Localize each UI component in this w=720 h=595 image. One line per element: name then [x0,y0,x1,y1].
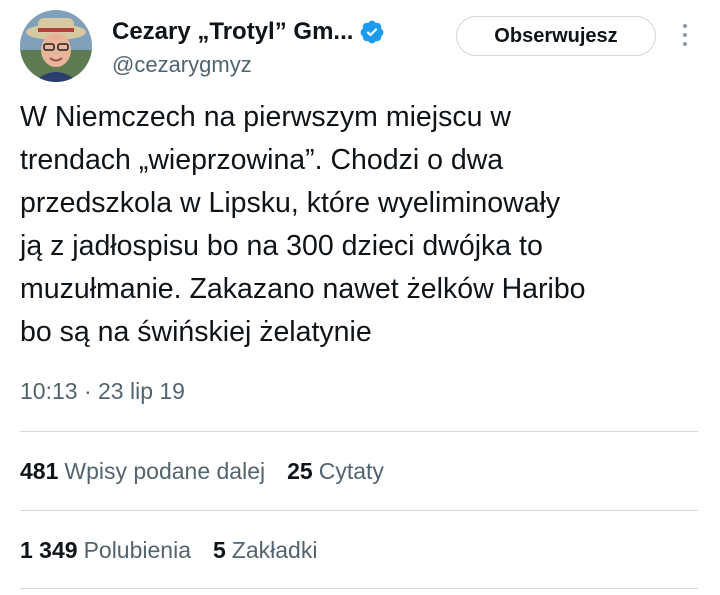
display-name[interactable]: Cezary „Trotyl” Gm... [112,18,353,46]
retweets-label: Wpisy podane dalej [64,458,266,484]
bookmarks-label: Zakładki [231,537,318,563]
likes-count: 1 349 [20,537,78,563]
likes-label: Polubienia [83,537,191,563]
tweet-text: W Niemczech na pierwszym miejscu w trend… [20,101,586,348]
name-row: Cezary „Trotyl” Gm... [112,18,385,46]
tweet-header: Cezary „Trotyl” Gm... @cezarygmyz Obserw… [20,10,700,82]
divider [20,431,698,432]
following-button[interactable]: Obserwujesz [456,16,656,56]
divider [20,588,698,589]
retweets-stat[interactable]: 481 Wpisy podane dalej [20,458,265,485]
bookmarks-count: 5 [212,537,226,563]
divider [20,510,698,511]
more-options-icon[interactable] [680,24,690,50]
likes-stat[interactable]: 1 349 Polubienia [20,537,191,564]
retweets-count: 481 [20,458,59,484]
quotes-label: Cytaty [318,458,384,484]
verified-badge-icon [361,20,384,44]
stats-row-likes: 1 349 Polubienia 5 Zakładki [20,537,317,564]
bookmarks-stat[interactable]: 5 Zakładki [213,537,317,564]
avatar[interactable] [20,10,92,82]
quotes-count: 25 [287,458,313,484]
handle[interactable]: @cezarygmyz [112,52,252,78]
tweet-timestamp[interactable]: 10:13 · 23 lip 19 [20,378,185,405]
stats-row-shares: 481 Wpisy podane dalej 25 Cytaty [20,458,384,485]
quotes-stat[interactable]: 25 Cytaty [287,458,384,485]
